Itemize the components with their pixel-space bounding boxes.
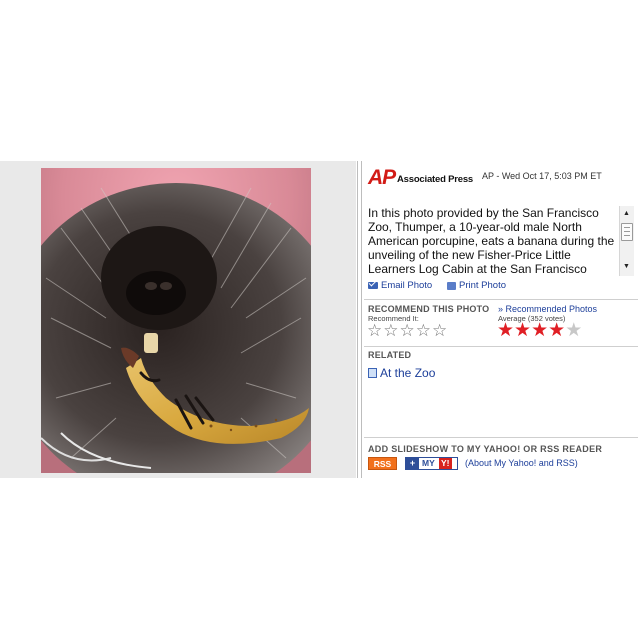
scroll-down-arrow-icon[interactable]: ▼ bbox=[623, 263, 630, 271]
ap-logo: AP bbox=[368, 166, 396, 189]
print-photo-link[interactable]: Print Photo bbox=[447, 280, 506, 291]
plus-icon: + bbox=[406, 458, 419, 469]
recommended-photos-link[interactable]: » Recommended Photos bbox=[498, 304, 597, 314]
yahoo-logo: Y! bbox=[439, 458, 452, 469]
rating-star-icon: ★ bbox=[514, 320, 532, 341]
related-at-the-zoo-link[interactable]: At the Zoo bbox=[368, 366, 435, 380]
email-photo-link[interactable]: Email Photo bbox=[368, 280, 432, 291]
scroll-thumb[interactable] bbox=[621, 223, 633, 241]
rating-star-icon: ★ bbox=[565, 320, 583, 341]
divider bbox=[361, 161, 362, 478]
photo-viewer: AP Associated Press AP - Wed Oct 17, 5:0… bbox=[0, 161, 640, 478]
caption-scrollbar[interactable]: ▲ ▼ bbox=[619, 206, 634, 276]
divider bbox=[364, 437, 638, 438]
recommend-title: RECOMMEND THIS PHOTO bbox=[368, 304, 490, 314]
related-title: RELATED bbox=[368, 350, 412, 360]
average-rating-stars: ★ ★ ★ ★ ★ bbox=[497, 320, 583, 341]
rating-star-icon: ★ bbox=[548, 320, 566, 341]
empty-star-icon[interactable]: ☆ bbox=[432, 322, 447, 339]
empty-star-icon[interactable]: ☆ bbox=[400, 322, 415, 339]
empty-star-icon[interactable]: ☆ bbox=[416, 322, 431, 339]
divider bbox=[357, 161, 358, 478]
porcupine-photo[interactable] bbox=[41, 168, 311, 473]
photo-actions: Email Photo Print Photo bbox=[368, 280, 636, 294]
photo-panel bbox=[0, 161, 356, 478]
agency-name: Associated Press bbox=[397, 174, 474, 185]
add-slideshow-title: ADD SLIDESHOW TO MY YAHOO! OR RSS READER bbox=[368, 444, 603, 454]
rating-star-icon: ★ bbox=[497, 320, 515, 341]
envelope-icon bbox=[368, 282, 378, 289]
recommend-stars[interactable]: ☆ ☆ ☆ ☆ ☆ bbox=[367, 322, 447, 339]
rating-star-icon: ★ bbox=[531, 320, 549, 341]
my-yahoo-label: MY bbox=[422, 458, 435, 468]
subscribe-buttons: RSS + MY Y! (About My Yahoo! and RSS) bbox=[368, 457, 638, 471]
scroll-up-arrow-icon[interactable]: ▲ bbox=[623, 210, 630, 218]
album-icon bbox=[368, 368, 377, 378]
rss-button[interactable]: RSS bbox=[368, 457, 397, 470]
divider bbox=[364, 346, 638, 347]
photo-caption: In this photo provided by the San Franci… bbox=[368, 206, 615, 276]
photo-header: AP Associated Press AP - Wed Oct 17, 5:0… bbox=[368, 167, 638, 191]
related-link-label: At the Zoo bbox=[380, 366, 436, 380]
divider bbox=[364, 299, 638, 300]
printer-icon bbox=[447, 281, 456, 290]
caption-box: In this photo provided by the San Franci… bbox=[364, 204, 636, 277]
add-to-my-yahoo-button[interactable]: + MY Y! bbox=[405, 457, 458, 470]
photo-details-panel: AP Associated Press AP - Wed Oct 17, 5:0… bbox=[364, 161, 640, 478]
date-line: AP - Wed Oct 17, 5:03 PM ET bbox=[482, 171, 602, 181]
email-photo-label: Email Photo bbox=[381, 280, 433, 291]
about-my-yahoo-link[interactable]: (About My Yahoo! and RSS) bbox=[465, 458, 578, 468]
print-photo-label: Print Photo bbox=[459, 280, 506, 291]
empty-star-icon[interactable]: ☆ bbox=[367, 322, 382, 339]
empty-star-icon[interactable]: ☆ bbox=[383, 322, 398, 339]
